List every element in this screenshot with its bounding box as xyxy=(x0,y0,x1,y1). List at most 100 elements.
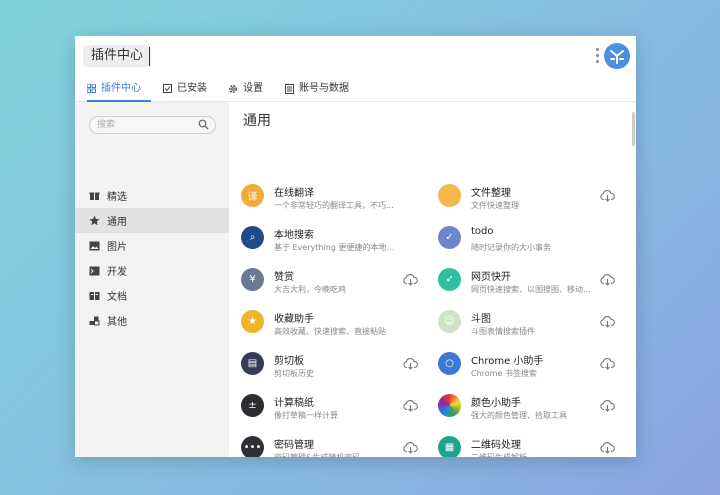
plugin-name: 本地搜索 xyxy=(274,230,314,241)
download-cloud-icon[interactable] xyxy=(403,355,418,374)
tab-account-data[interactable]: 账号与数据 xyxy=(285,76,349,101)
plugin-name: 剪切板 xyxy=(274,356,304,367)
plugin-description: 强大的颜色管理、拾取工具 xyxy=(471,411,567,420)
plugin-name: 文件整理 xyxy=(471,188,511,199)
sidebar-item-label: 文档 xyxy=(107,292,127,303)
plugin-card[interactable]: ▤ 剪切板 剪切板历史 xyxy=(241,348,431,384)
tab-installed[interactable]: 已安装 xyxy=(163,76,207,101)
sidebar-item-general[interactable]: 通用 xyxy=(75,208,229,233)
category-title: 通用 xyxy=(243,113,271,129)
sidebar-item-label: 精选 xyxy=(107,192,127,203)
plugin-description: 斗图表情搜索插件 xyxy=(471,327,535,336)
download-cloud-icon[interactable] xyxy=(403,439,418,457)
sidebar-item-label: 其他 xyxy=(107,317,127,328)
plugin-card[interactable]: ○ Chrome 小助手 Chrome 书签搜索 xyxy=(438,348,628,384)
download-cloud-icon[interactable] xyxy=(600,439,615,457)
plugin-list-panel: 通用 译在线翻译 一个非常轻巧的翻译工具，不巧... 文件整理 文件快速整理 ⌕ 本地搜索… xyxy=(229,102,636,457)
download-cloud-icon[interactable] xyxy=(403,397,418,416)
sidebar-item-documents[interactable]: 文档 xyxy=(75,283,229,308)
grid-icon xyxy=(87,84,96,93)
gift-icon xyxy=(88,190,100,201)
download-cloud-icon[interactable] xyxy=(403,271,418,290)
plugin-name: 在线翻译 xyxy=(274,188,314,199)
app-logo-icon[interactable] xyxy=(604,43,630,69)
tab-bar: 插件中心 已安装 设置 账号与数据 xyxy=(75,76,636,102)
plugin-name: 收藏助手 xyxy=(274,314,314,325)
sidebar-item-images[interactable]: 图片 xyxy=(75,233,229,258)
scrollbar[interactable] xyxy=(632,112,635,146)
sidebar-item-label: 通用 xyxy=(107,217,127,228)
search-placeholder: 搜索 xyxy=(97,120,116,130)
sidebar-item-development[interactable]: 开发 xyxy=(75,258,229,283)
plugin-description: 文件快速整理 xyxy=(471,201,519,210)
blocks-icon xyxy=(88,316,100,326)
plugin-icon: 译 xyxy=(241,184,264,207)
plugin-icon xyxy=(438,184,461,207)
star-icon xyxy=(88,215,100,226)
plugin-card[interactable]: 译在线翻译一个非常轻巧的翻译工具，不巧... xyxy=(241,180,431,216)
search-input[interactable]: 搜索 xyxy=(89,116,216,134)
plugin-name: 斗图 xyxy=(471,314,491,325)
search-title-chip[interactable]: 插件中心 xyxy=(83,45,152,67)
download-cloud-icon[interactable] xyxy=(600,313,615,332)
plugin-description: 大吉大利，今晚吃鸡 xyxy=(274,285,346,294)
plugin-icon: ☺ xyxy=(438,310,461,333)
plugin-card[interactable]: ✓ todo 随时记录你的大小事务 xyxy=(438,222,628,258)
more-vertical-icon[interactable] xyxy=(595,48,601,64)
text-caret xyxy=(149,47,150,66)
book-icon xyxy=(88,291,100,301)
plugin-name: 网页快开 xyxy=(471,272,511,283)
plugin-description: 像打草稿一样计算 xyxy=(274,411,338,420)
plugin-description: 一个非常轻巧的翻译工具，不巧... xyxy=(274,201,394,210)
plugin-name: 密码管理 xyxy=(274,440,314,451)
plugin-card[interactable]: 颜色小助手强大的颜色管理、拾取工具 xyxy=(438,390,628,426)
tab-label: 插件中心 xyxy=(101,82,141,94)
plugin-description: 高效收藏、快速搜索、直接粘贴 xyxy=(274,327,386,336)
plugin-description: 剪切板历史 xyxy=(274,369,314,378)
plugin-description: 二维码生成解析 xyxy=(471,452,599,457)
plugin-icon: ➶ xyxy=(438,268,461,291)
download-cloud-icon[interactable] xyxy=(600,355,615,374)
plugin-icon: ○ xyxy=(438,352,461,375)
plugin-description: 基于 Everything 更便捷的本地搜... xyxy=(274,243,402,252)
search-icon xyxy=(198,119,209,130)
sidebar-item-featured[interactable]: 精选 xyxy=(75,183,229,208)
plugin-name: 颜色小助手 xyxy=(471,398,521,409)
sidebar-item-others[interactable]: 其他 xyxy=(75,308,229,333)
image-icon xyxy=(88,241,100,251)
sidebar: 搜索 精选 通用 图片 开发 文档 其他 xyxy=(75,102,229,457)
check-square-icon xyxy=(163,84,172,93)
plugin-card[interactable]: ⌕ 本地搜索 基于 Everything 更便捷的本地搜... xyxy=(241,222,431,258)
download-cloud-icon[interactable] xyxy=(600,187,615,206)
plugin-name: 赞赏 xyxy=(274,272,294,283)
plugin-name: 计算稿纸 xyxy=(274,398,314,409)
plugin-card[interactable]: ➶ 网页快开 网页快速搜索、以图搜图、移动... xyxy=(438,264,628,300)
plugin-card[interactable]: ¥ 赞赏 大吉大利，今晚吃鸡 xyxy=(241,264,431,300)
plugin-card[interactable]: ••• 密码管理密码管理&生成随机密码 xyxy=(241,432,431,457)
tab-settings[interactable]: 设置 xyxy=(228,76,263,101)
plugin-center-window: 插件中心 插件中心 已安装 设置 账号与数据 搜索 精选 通用 图片 开发 文档… xyxy=(75,36,636,457)
plugin-icon: ± xyxy=(241,394,264,417)
plugin-description: 密码管理&生成随机密码 xyxy=(274,452,402,457)
sidebar-item-label: 开发 xyxy=(107,267,127,278)
download-cloud-icon[interactable] xyxy=(600,271,615,290)
plugin-card[interactable]: ▦ 二维码处理二维码生成解析 xyxy=(438,432,628,457)
plugin-icon xyxy=(438,394,461,417)
plugin-card[interactable]: 文件整理文件快速整理 xyxy=(438,180,628,216)
plugin-name: 二维码处理 xyxy=(471,440,521,451)
plugin-card[interactable]: ★ 收藏助手 高效收藏、快速搜索、直接粘贴 xyxy=(241,306,431,342)
plugin-icon: ▦ xyxy=(438,436,461,457)
plugin-description: Chrome 书签搜索 xyxy=(471,369,537,378)
document-icon xyxy=(285,83,294,94)
top-bar: 插件中心 xyxy=(75,36,636,76)
download-cloud-icon[interactable] xyxy=(600,397,615,416)
tab-plugin-center[interactable]: 插件中心 xyxy=(87,76,151,102)
gear-icon xyxy=(228,84,238,94)
tab-label: 设置 xyxy=(243,82,263,94)
plugin-icon: ✓ xyxy=(438,226,461,249)
plugin-card[interactable]: ± 计算稿纸像打草稿一样计算 xyxy=(241,390,431,426)
tab-label: 已安装 xyxy=(177,82,207,94)
plugin-card[interactable]: ☺ 斗图斗图表情搜索插件 xyxy=(438,306,628,342)
tab-label: 账号与数据 xyxy=(299,82,349,94)
plugin-icon: ••• xyxy=(241,436,264,457)
